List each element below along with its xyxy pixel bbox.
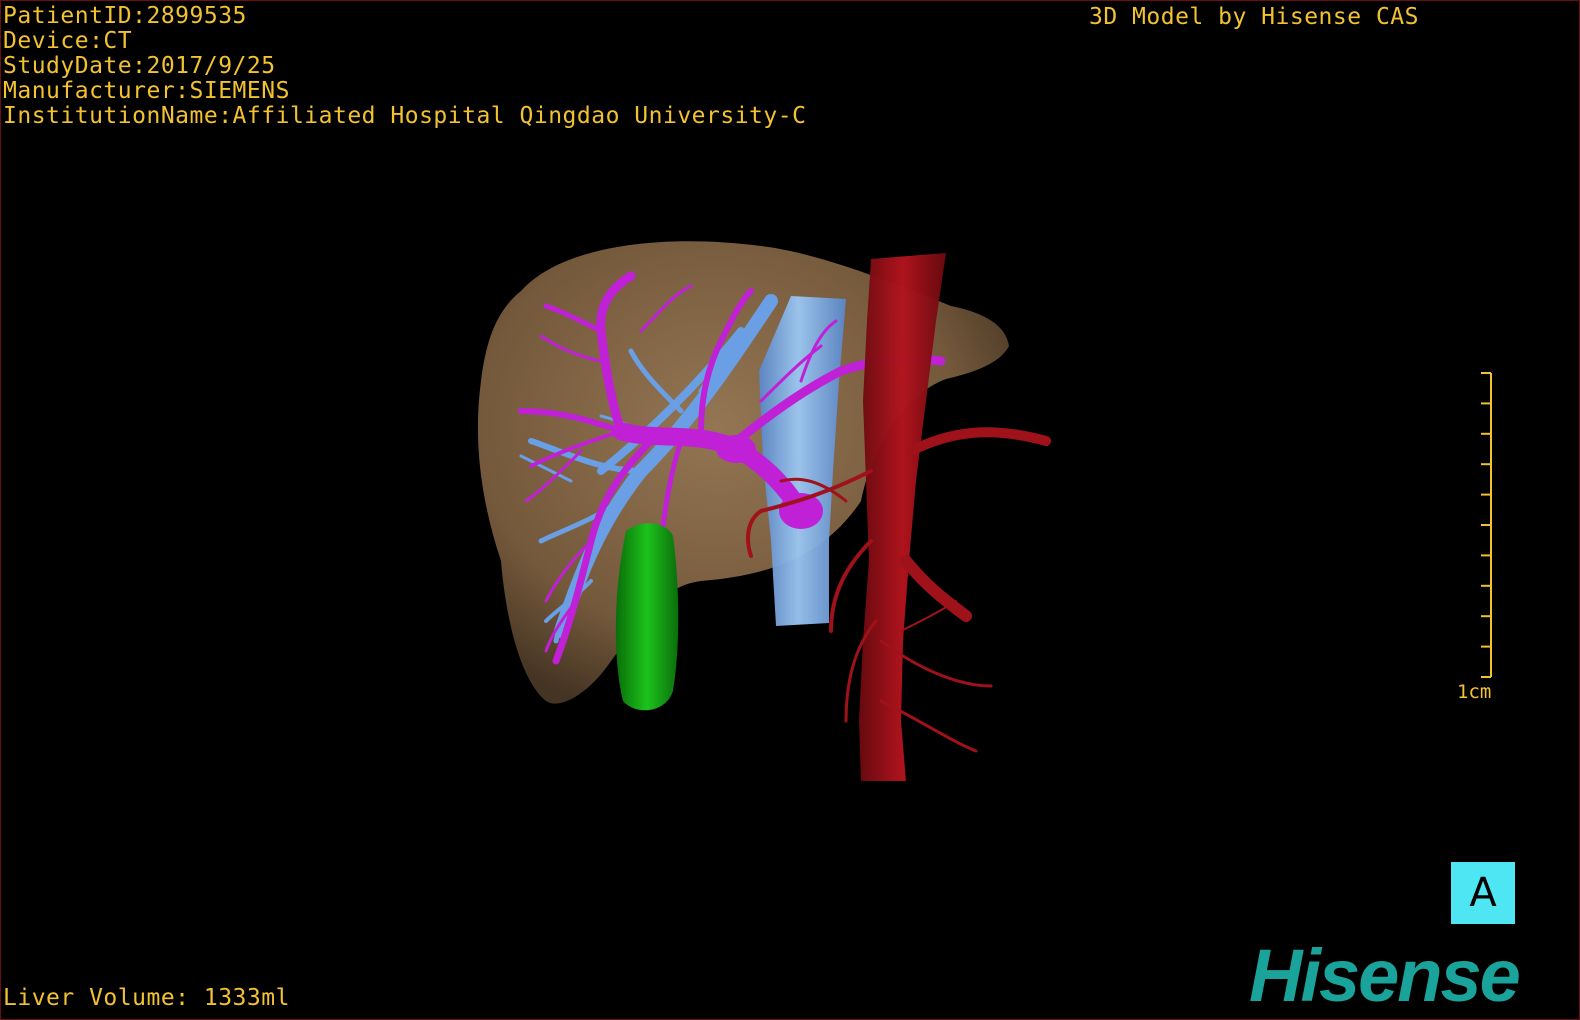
liver-3d-model[interactable] — [1, 1, 1580, 1020]
model-credit-text: 3D Model by Hisense CAS — [1089, 4, 1419, 30]
study-info-overlay: PatientID:2899535 Device:CT StudyDate:20… — [3, 4, 806, 129]
svg-text:Hisense: Hisense — [1249, 937, 1520, 1017]
scale-bar — [1481, 372, 1492, 678]
liver-volume-text: Liver Volume: 1333ml — [3, 985, 290, 1011]
3d-model-viewport[interactable]: PatientID:2899535 Device:CT StudyDate:20… — [0, 0, 1580, 1020]
institution-text: InstitutionName:Affiliated Hospital Qing… — [3, 103, 807, 129]
hisense-logo: Hisense — [1249, 937, 1522, 1017]
manufacturer-text: Manufacturer:SIEMENS — [3, 78, 290, 104]
patient-id-text: PatientID:2899535 — [3, 3, 247, 29]
orientation-marker[interactable]: A — [1451, 862, 1515, 924]
device-text: Device:CT — [3, 28, 133, 54]
aorta — [859, 253, 946, 781]
scale-label: 1cm — [1457, 681, 1492, 703]
gallbladder — [615, 523, 679, 711]
inferior-vena-cava — [759, 296, 846, 626]
study-date-text: StudyDate:2017/9/25 — [3, 53, 276, 79]
